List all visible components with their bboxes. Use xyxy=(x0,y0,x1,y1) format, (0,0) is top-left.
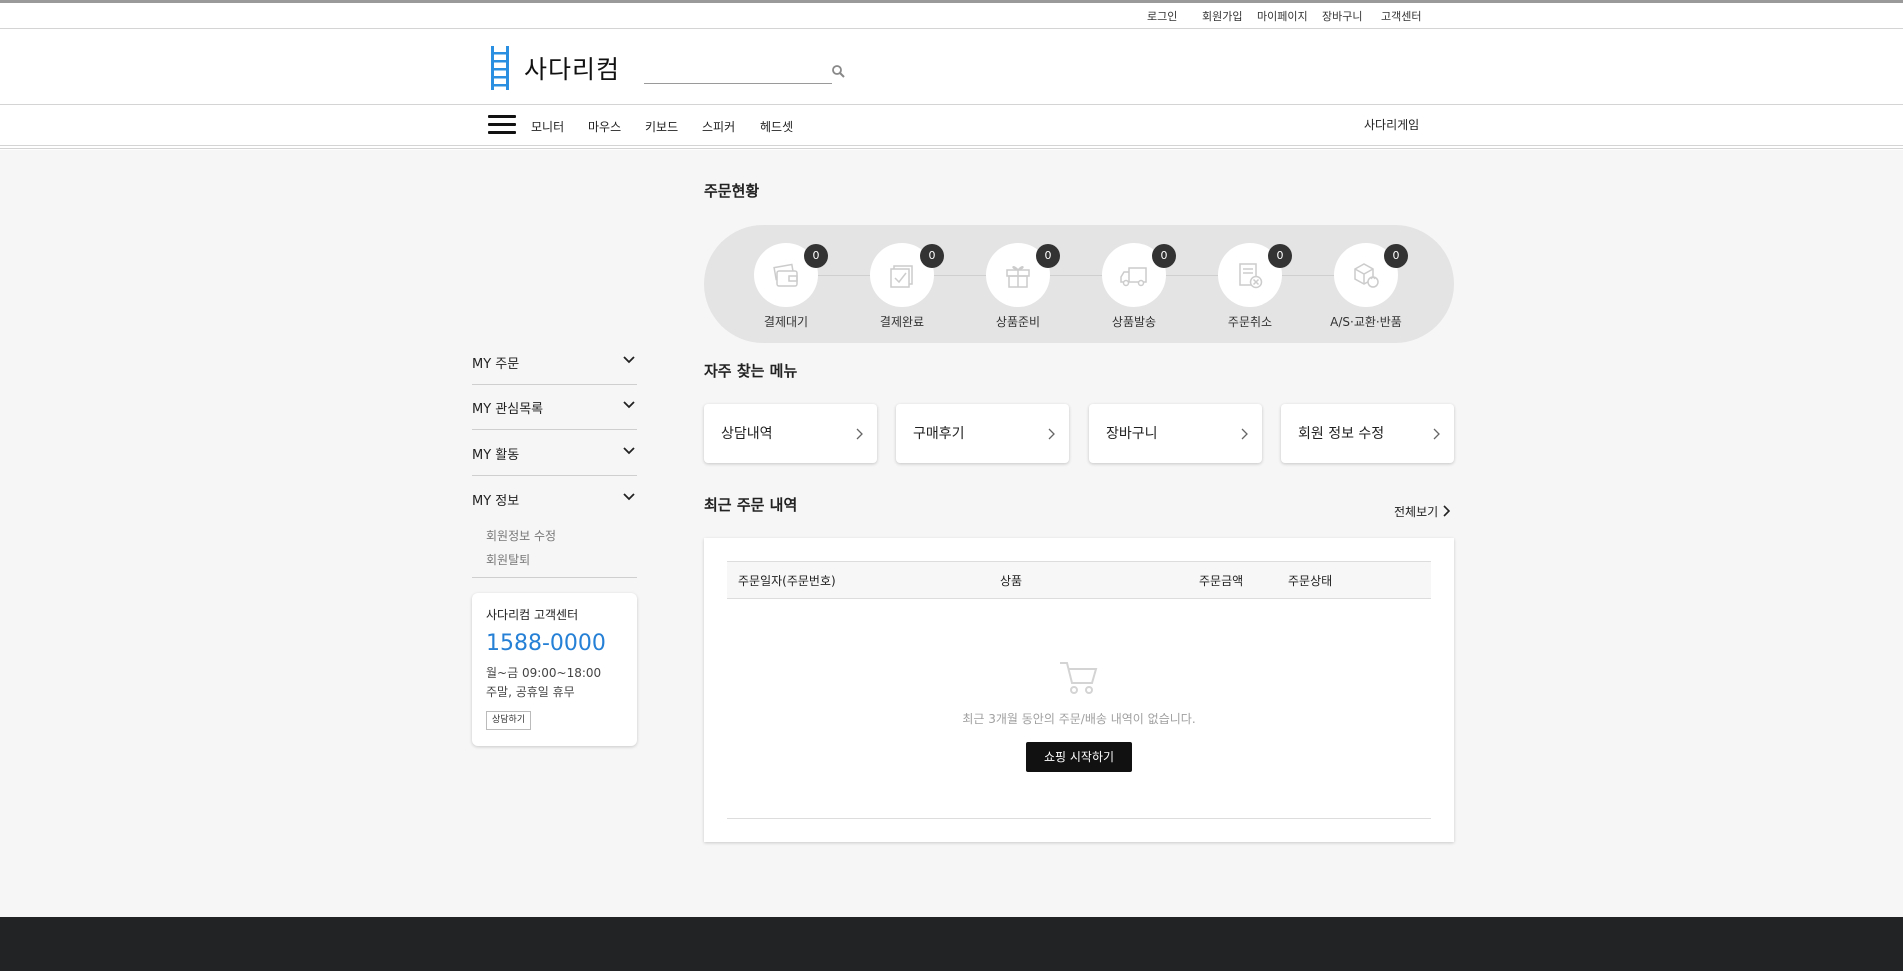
status-step-return: 0 A/S·교환·반품 xyxy=(1306,243,1426,333)
status-count-badge: 0 xyxy=(1152,244,1176,268)
site-header: 사다리컴 xyxy=(0,30,1903,105)
shopping-cart-icon xyxy=(1060,662,1098,694)
view-all-label: 전체보기 xyxy=(1394,504,1439,519)
column-header-product: 상품 xyxy=(1000,574,1023,588)
nav-item-speaker[interactable]: 스피커 xyxy=(702,118,735,135)
customer-center-link[interactable]: 고객센터 xyxy=(1381,8,1421,24)
sidebar-item-label: MY 주문 xyxy=(472,357,520,372)
utility-bar: 로그인 회원가입 마이페이지 장바구니 고객센터 xyxy=(0,3,1903,29)
view-all-link[interactable]: 전체보기 xyxy=(1394,502,1451,520)
status-step-label: A/S·교환·반품 xyxy=(1330,315,1402,329)
return-box-icon xyxy=(1354,263,1379,288)
start-shopping-button[interactable]: 쇼핑 시작하기 xyxy=(1026,742,1132,772)
cancel-document-icon xyxy=(1239,263,1263,289)
truck-icon xyxy=(1120,267,1147,287)
wallet-icon xyxy=(773,263,798,287)
signup-link[interactable]: 회원가입 xyxy=(1202,8,1242,24)
customer-center-box: 사다리컴 고객센터 1588-0000 월~금 09:00~18:00 주말, … xyxy=(472,593,637,746)
sidebar-item-my-activity[interactable]: MY 활동 xyxy=(472,432,637,476)
chevron-right-icon xyxy=(1241,428,1248,440)
status-step-payment-pending: 0 결제대기 xyxy=(726,243,846,333)
sidebar-item-label: MY 정보 xyxy=(472,494,520,509)
sidebar-item-label: MY 활동 xyxy=(472,448,520,463)
chevron-down-icon xyxy=(623,447,635,455)
sidebar-item-my-order[interactable]: MY 주문 xyxy=(472,341,637,385)
status-count-badge: 0 xyxy=(1036,244,1060,268)
status-count-badge: 0 xyxy=(1384,244,1408,268)
quick-menu-reviews[interactable]: 구매후기 xyxy=(896,404,1069,463)
chevron-right-icon xyxy=(1048,428,1055,440)
divider xyxy=(727,818,1431,819)
status-step-label: 결제대기 xyxy=(763,315,809,329)
order-status-title: 주문현황 xyxy=(704,182,760,200)
column-header-amount: 주문금액 xyxy=(1199,574,1244,588)
nav-item-mouse[interactable]: 마우스 xyxy=(588,118,621,135)
cs-weekend-notice: 주말, 공휴일 휴무 xyxy=(486,685,575,699)
nav-item-keyboard[interactable]: 키보드 xyxy=(645,118,678,135)
ladder-logo-icon xyxy=(491,46,509,90)
chevron-right-icon xyxy=(1433,428,1440,440)
category-nav: 모니터 마우스 키보드 스피커 헤드셋 사다리게임 xyxy=(0,106,1903,149)
status-step-cancelled: 0 주문취소 xyxy=(1190,243,1310,333)
sidebar-item-label: MY 관심목록 xyxy=(472,402,544,417)
status-step-shipped: 0 상품발송 xyxy=(1074,243,1194,333)
status-step-label: 상품준비 xyxy=(995,315,1041,329)
chevron-down-icon xyxy=(623,401,635,409)
divider xyxy=(472,577,637,578)
chevron-down-icon xyxy=(623,356,635,364)
cs-title: 사다리컴 고객센터 xyxy=(486,608,579,622)
sidebar-sub-edit-member[interactable]: 회원정보 수정 xyxy=(486,527,556,544)
column-header-status: 주문상태 xyxy=(1288,574,1333,588)
sidebar-item-my-info[interactable]: MY 정보 xyxy=(472,478,637,522)
quick-menu-label: 구매후기 xyxy=(913,426,965,442)
cs-phone-number: 1588-0000 xyxy=(486,631,606,656)
quick-menu-title: 자주 찾는 메뉴 xyxy=(704,362,798,380)
mypage-link[interactable]: 마이페이지 xyxy=(1257,8,1308,24)
hamburger-menu-icon[interactable] xyxy=(488,115,516,137)
chevron-right-icon xyxy=(1443,505,1451,517)
status-count-badge: 0 xyxy=(1268,244,1292,268)
order-status-panel: 0 결제대기 0 결제완료 0 상품준비 0 상품발송 0 주문취소 0 A/S… xyxy=(704,225,1454,343)
quick-menu-label: 상담내역 xyxy=(721,426,773,442)
search-input[interactable] xyxy=(644,66,832,84)
sidebar-item-my-wishlist[interactable]: MY 관심목록 xyxy=(472,386,637,430)
quick-menu-label: 회원 정보 수정 xyxy=(1298,426,1385,442)
status-step-label: 주문취소 xyxy=(1227,315,1273,329)
quick-menu-consult-history[interactable]: 상담내역 xyxy=(704,404,877,463)
sidebar-sub-withdraw[interactable]: 회원탈퇴 xyxy=(486,551,530,568)
recent-orders-title: 최근 주문 내역 xyxy=(704,496,798,514)
site-logo[interactable]: 사다리컴 xyxy=(488,44,620,92)
status-step-payment-complete: 0 결제완료 xyxy=(842,243,962,333)
chevron-right-icon xyxy=(856,428,863,440)
gift-icon xyxy=(1006,266,1030,288)
column-header-order-date: 주문일자(주문번호) xyxy=(738,574,836,588)
quick-menu-edit-member[interactable]: 회원 정보 수정 xyxy=(1281,404,1454,463)
ladder-game-link[interactable]: 사다리게임 xyxy=(1364,116,1419,133)
search-icon[interactable] xyxy=(830,63,848,81)
checkbox-icon xyxy=(890,265,913,288)
consult-button[interactable]: 상담하기 xyxy=(486,711,532,730)
site-footer xyxy=(0,917,1903,971)
empty-orders-message: 최근 3개월 동안의 주문/배송 내역이 없습니다. xyxy=(962,712,1196,726)
status-count-badge: 0 xyxy=(920,244,944,268)
status-step-label: 결제완료 xyxy=(879,315,925,329)
status-step-label: 상품발송 xyxy=(1111,315,1157,329)
cs-hours: 월~금 09:00~18:00 xyxy=(486,666,602,680)
status-count-badge: 0 xyxy=(804,244,828,268)
table-header: 주문일자(주문번호) 상품 주문금액 주문상태 xyxy=(727,561,1431,599)
recent-orders-table: 주문일자(주문번호) 상품 주문금액 주문상태 최근 3개월 동안의 주문/배송… xyxy=(704,538,1454,842)
quick-menu-cart[interactable]: 장바구니 xyxy=(1089,404,1262,463)
status-step-preparing: 0 상품준비 xyxy=(958,243,1078,333)
logo-text: 사다리컴 xyxy=(524,55,621,84)
quick-menu-label: 장바구니 xyxy=(1106,426,1158,442)
cart-link[interactable]: 장바구니 xyxy=(1322,8,1362,24)
nav-item-monitor[interactable]: 모니터 xyxy=(531,118,564,135)
chevron-down-icon xyxy=(623,493,635,501)
nav-item-headset[interactable]: 헤드셋 xyxy=(760,118,793,135)
login-link[interactable]: 로그인 xyxy=(1147,8,1177,24)
